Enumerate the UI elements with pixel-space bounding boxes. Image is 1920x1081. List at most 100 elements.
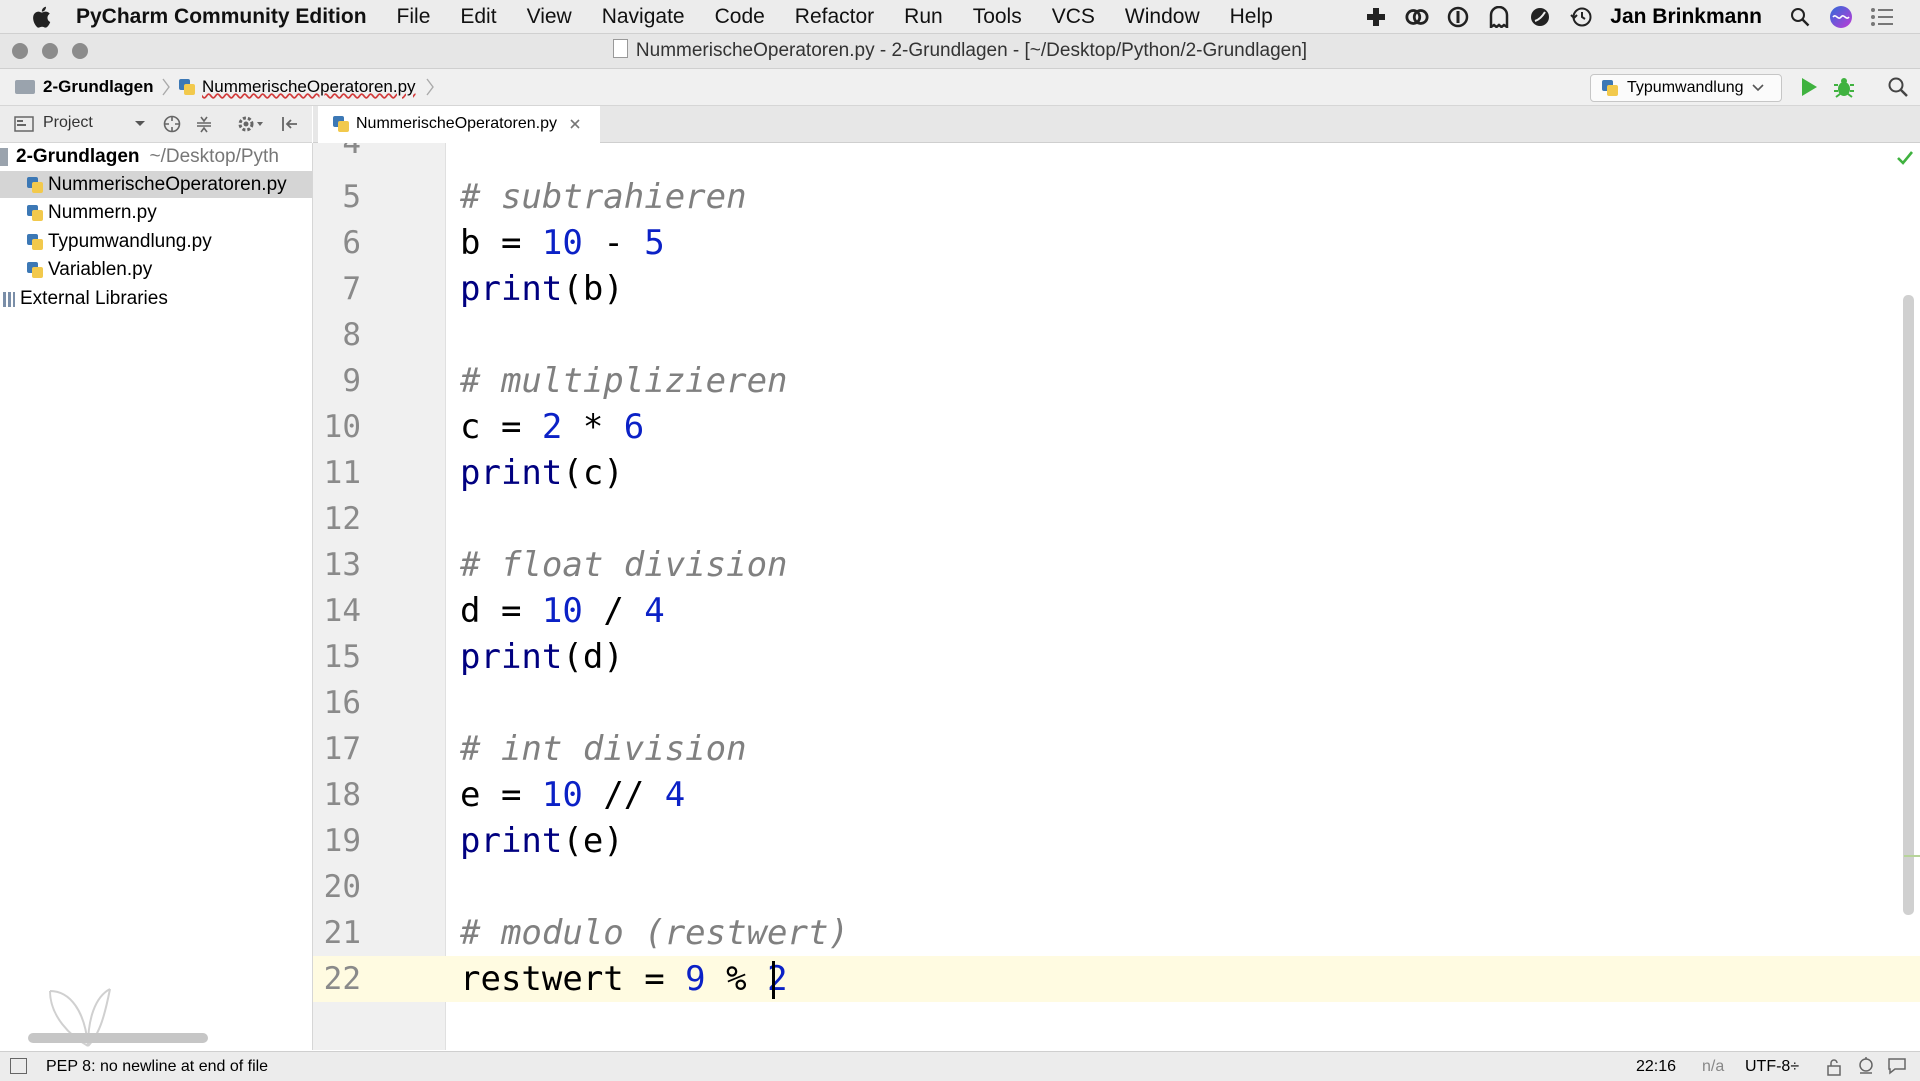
- debug-button[interactable]: [1832, 75, 1856, 99]
- run-button[interactable]: [1797, 75, 1821, 99]
- line-number[interactable]: 8: [313, 312, 361, 358]
- line-number[interactable]: 22: [313, 956, 361, 1002]
- status-message[interactable]: PEP 8: no newline at end of file: [46, 1052, 268, 1081]
- close-tab-icon[interactable]: [569, 118, 581, 130]
- code-line[interactable]: e = 10 // 4: [460, 772, 685, 818]
- line-number[interactable]: 6: [313, 220, 361, 266]
- siri-icon[interactable]: [1829, 5, 1853, 29]
- menu-run[interactable]: Run: [904, 5, 943, 29]
- project-tree: 2-Grundlagen ~/Desktop/Pyth NummerischeO…: [0, 143, 313, 1050]
- search-everywhere-icon[interactable]: [1886, 75, 1910, 99]
- menu-file[interactable]: File: [397, 5, 431, 29]
- project-tool-header: Project: [0, 106, 312, 143]
- line-number[interactable]: 21: [313, 910, 361, 956]
- code-line[interactable]: # subtrahieren: [460, 174, 747, 220]
- creative-cloud-icon[interactable]: [1405, 5, 1429, 29]
- run-configuration-select[interactable]: Typumwandlung: [1590, 74, 1782, 102]
- code-line[interactable]: c = 2 * 6: [460, 404, 644, 450]
- tree-file-item[interactable]: Nummern.py: [0, 199, 312, 226]
- line-number[interactable]: 19: [313, 818, 361, 864]
- menu-vcs[interactable]: VCS: [1052, 5, 1095, 29]
- change-marker: [1904, 855, 1920, 857]
- lock-icon[interactable]: [1826, 1058, 1842, 1076]
- event-log-icon[interactable]: [1886, 1056, 1908, 1076]
- line-separator[interactable]: n/a: [1702, 1052, 1724, 1081]
- editor-tab[interactable]: NummerischeOperatoren.py: [318, 106, 600, 144]
- line-number[interactable]: 7: [313, 266, 361, 312]
- ghost-icon[interactable]: [1487, 5, 1511, 29]
- code-line[interactable]: # multiplizieren: [460, 358, 788, 404]
- code-line[interactable]: # modulo (restwert): [460, 910, 849, 956]
- time-machine-icon[interactable]: [1569, 5, 1593, 29]
- line-number[interactable]: 4: [313, 143, 361, 158]
- collapse-all-icon[interactable]: [194, 114, 214, 134]
- code-line[interactable]: restwert = 9 % 2: [460, 956, 788, 1002]
- line-number[interactable]: 18: [313, 772, 361, 818]
- tree-file-item[interactable]: Typumwandlung.py: [0, 228, 312, 255]
- line-number[interactable]: 12: [313, 496, 361, 542]
- menu-tools[interactable]: Tools: [973, 5, 1022, 29]
- code-line[interactable]: # int division: [460, 726, 747, 772]
- project-view-icon: [14, 116, 34, 132]
- menu-code[interactable]: Code: [715, 5, 765, 29]
- scroll-from-source-icon[interactable]: [162, 114, 182, 134]
- mac-menubar: PyCharm Community Edition File Edit View…: [0, 0, 1920, 34]
- leaf-app-icon[interactable]: [1528, 5, 1552, 29]
- inspection-ok-checkmark-icon[interactable]: [1896, 150, 1914, 166]
- menu-refactor[interactable]: Refactor: [795, 5, 874, 29]
- breadcrumb-project-label: 2-Grundlagen: [43, 77, 154, 96]
- line-number[interactable]: 16: [313, 680, 361, 726]
- editor-vertical-scrollbar[interactable]: [1903, 295, 1914, 915]
- code-line[interactable]: print(d): [460, 634, 624, 680]
- spotlight-search-icon[interactable]: [1788, 5, 1812, 29]
- line-number[interactable]: 15: [313, 634, 361, 680]
- code-line[interactable]: print(c): [460, 450, 624, 496]
- notification-center-icon[interactable]: [1870, 5, 1894, 29]
- project-view-label[interactable]: Project: [43, 114, 93, 132]
- tree-root-node[interactable]: 2-Grundlagen ~/Desktop/Pyth: [0, 143, 312, 170]
- hide-panel-icon[interactable]: [280, 114, 300, 134]
- code-line[interactable]: print(b): [460, 266, 624, 312]
- file-encoding[interactable]: UTF-8÷: [1745, 1052, 1799, 1081]
- user-name[interactable]: Jan Brinkmann: [1610, 5, 1762, 29]
- line-number[interactable]: 5: [313, 174, 361, 220]
- code-line[interactable]: d = 10 / 4: [460, 588, 665, 634]
- breadcrumb-project[interactable]: 2-Grundlagen: [15, 69, 154, 105]
- caret-position[interactable]: 22:16: [1636, 1052, 1676, 1081]
- menu-app-name[interactable]: PyCharm Community Edition: [76, 5, 367, 29]
- tree-external-libraries[interactable]: External Libraries: [0, 285, 312, 312]
- line-number[interactable]: 13: [313, 542, 361, 588]
- settings-gear-icon[interactable]: [236, 114, 266, 134]
- project-horizontal-scrollbar[interactable]: [28, 1033, 208, 1043]
- menu-view[interactable]: View: [527, 5, 572, 29]
- tree-file-item[interactable]: Variablen.py: [0, 256, 312, 283]
- python-file-icon: [27, 261, 43, 278]
- code-line[interactable]: b = 10 - 5: [460, 220, 665, 266]
- menu-edit[interactable]: Edit: [460, 5, 496, 29]
- code-line[interactable]: print(e): [460, 818, 624, 864]
- tree-file-item[interactable]: NummerischeOperatoren.py: [0, 171, 312, 198]
- line-number[interactable]: 11: [313, 450, 361, 496]
- chevron-down-icon: [1751, 84, 1764, 92]
- password-manager-icon[interactable]: [1446, 5, 1470, 29]
- chevron-down-icon[interactable]: [134, 120, 146, 128]
- menu-window[interactable]: Window: [1125, 5, 1200, 29]
- line-number[interactable]: 10: [313, 404, 361, 450]
- window-title: NummerischeOperatoren.py - 2-Grundlagen …: [0, 34, 1920, 68]
- python-file-icon: [27, 204, 43, 221]
- medical-cross-icon[interactable]: [1364, 5, 1388, 29]
- menu-help[interactable]: Help: [1230, 5, 1273, 29]
- tree-root-name: 2-Grundlagen: [16, 145, 140, 167]
- line-number[interactable]: 17: [313, 726, 361, 772]
- breadcrumb-file-label: NummerischeOperatoren.py: [202, 77, 416, 96]
- menubar-status-area: Jan Brinkmann: [1364, 0, 1920, 33]
- menu-navigate[interactable]: Navigate: [602, 5, 685, 29]
- line-number[interactable]: 14: [313, 588, 361, 634]
- tool-windows-toggle-icon[interactable]: [10, 1058, 27, 1074]
- apple-logo-icon[interactable]: [30, 5, 52, 29]
- breadcrumb-file[interactable]: NummerischeOperatoren.py: [178, 69, 416, 105]
- inspector-icon[interactable]: [1856, 1056, 1876, 1076]
- line-number[interactable]: 20: [313, 864, 361, 910]
- code-line[interactable]: # float division: [460, 542, 788, 588]
- line-number[interactable]: 9: [313, 358, 361, 404]
